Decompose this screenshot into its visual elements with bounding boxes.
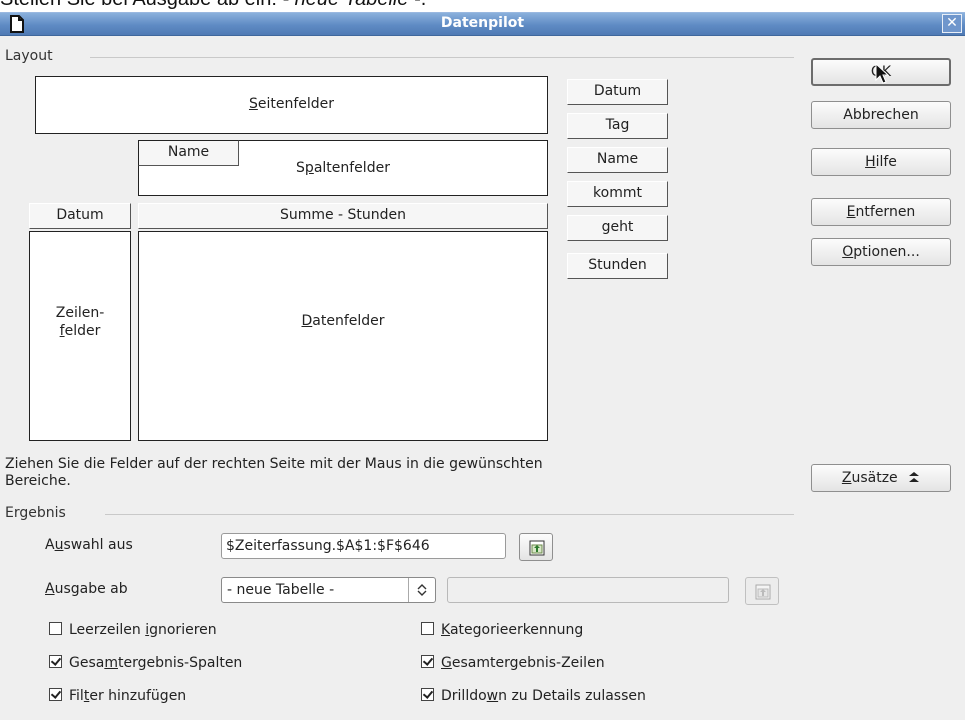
caption-suffix: . xyxy=(421,0,427,10)
add-filter-checkbox[interactable]: Filter hinzufügen xyxy=(49,688,186,704)
layout-hint: Ziehen Sie die Felder auf der rechten Se… xyxy=(5,456,543,489)
row-fields-area[interactable]: Zeilen-felder xyxy=(29,231,131,441)
layout-section-title: Layout xyxy=(5,48,59,64)
caption-prefix: Stellen Sie bei Ausgabe ab ein: xyxy=(0,0,282,10)
data-fields-area[interactable]: Datenfelder xyxy=(138,231,548,441)
mouse-cursor-icon xyxy=(875,63,890,84)
checkbox-unchecked-icon xyxy=(421,622,434,635)
output-destination-input[interactable] xyxy=(447,577,729,603)
window-title: Datenpilot xyxy=(440,15,525,31)
checkbox-checked-icon xyxy=(421,655,434,668)
available-field-datum[interactable]: Datum xyxy=(567,79,668,105)
pivot-dialog: Layout Seitenfelder Spaltenfelder Name D… xyxy=(0,36,965,720)
selection-from-label: Auswahl aus xyxy=(45,537,133,553)
result-separator xyxy=(105,514,794,515)
row-field-datum[interactable]: Datum xyxy=(29,203,131,229)
data-field-summe-stunden[interactable]: Summe - Stunden xyxy=(138,203,548,229)
available-field-tag[interactable]: Tag xyxy=(567,113,668,139)
selection-shrink-button[interactable] xyxy=(519,533,553,561)
checkbox-checked-icon xyxy=(49,655,62,668)
spin-icon xyxy=(408,578,435,602)
drilldown-checkbox[interactable]: Drilldown zu Details zulassen xyxy=(421,688,646,704)
available-field-kommt[interactable]: kommt xyxy=(567,181,668,207)
data-fields-label: Datenfelder xyxy=(301,313,385,329)
shrink-range-icon xyxy=(529,540,545,556)
page-fields-area[interactable]: Seitenfelder xyxy=(35,76,548,134)
checkbox-checked-icon xyxy=(49,688,62,701)
column-field-name[interactable]: Name xyxy=(138,140,239,166)
close-icon[interactable]: ✕ xyxy=(942,14,962,33)
checkbox-unchecked-icon xyxy=(49,622,62,635)
remove-button[interactable]: Entfernen xyxy=(811,198,951,226)
available-field-stunden[interactable]: Stunden xyxy=(567,253,668,279)
output-destination-select[interactable]: - neue Tabelle - xyxy=(221,577,436,603)
window-titlebar[interactable]: Datenpilot ✕ xyxy=(0,12,965,36)
available-field-geht[interactable]: geht xyxy=(567,215,668,241)
identify-categories-checkbox[interactable]: Kategorieerkennung xyxy=(421,622,583,638)
double-chevron-up-icon xyxy=(909,472,920,482)
page-fields-label: Seitenfelder xyxy=(248,96,335,112)
shrink-range-icon-disabled xyxy=(755,584,771,600)
layout-separator xyxy=(90,57,794,58)
available-field-name[interactable]: Name xyxy=(567,147,668,173)
checkbox-checked-icon xyxy=(421,688,434,701)
cancel-button[interactable]: Abbrechen xyxy=(811,101,951,129)
caption-text: Stellen Sie bei Ausgabe ab ein: - neue T… xyxy=(0,0,426,12)
result-section-title: Ergebnis xyxy=(5,505,72,521)
total-columns-checkbox[interactable]: Gesamtergebnis-Spalten xyxy=(49,655,242,671)
selection-range-input[interactable]: $Zeiterfassung.$A$1:$F$646 xyxy=(221,533,506,559)
ignore-empty-rows-checkbox[interactable]: Leerzeilen ignorieren xyxy=(49,622,217,638)
help-button[interactable]: Hilfe xyxy=(811,148,951,176)
output-from-label: Ausgabe ab xyxy=(45,581,128,597)
more-options-button[interactable]: Zusätze xyxy=(811,464,951,492)
output-shrink-button[interactable] xyxy=(745,577,779,605)
caption-emphasis: - neue Tabelle - xyxy=(282,0,420,10)
options-button[interactable]: Optionen... xyxy=(811,238,951,266)
row-fields-label: Zeilen-felder xyxy=(55,305,105,339)
total-rows-checkbox[interactable]: Gesamtergebnis-Zeilen xyxy=(421,655,605,671)
